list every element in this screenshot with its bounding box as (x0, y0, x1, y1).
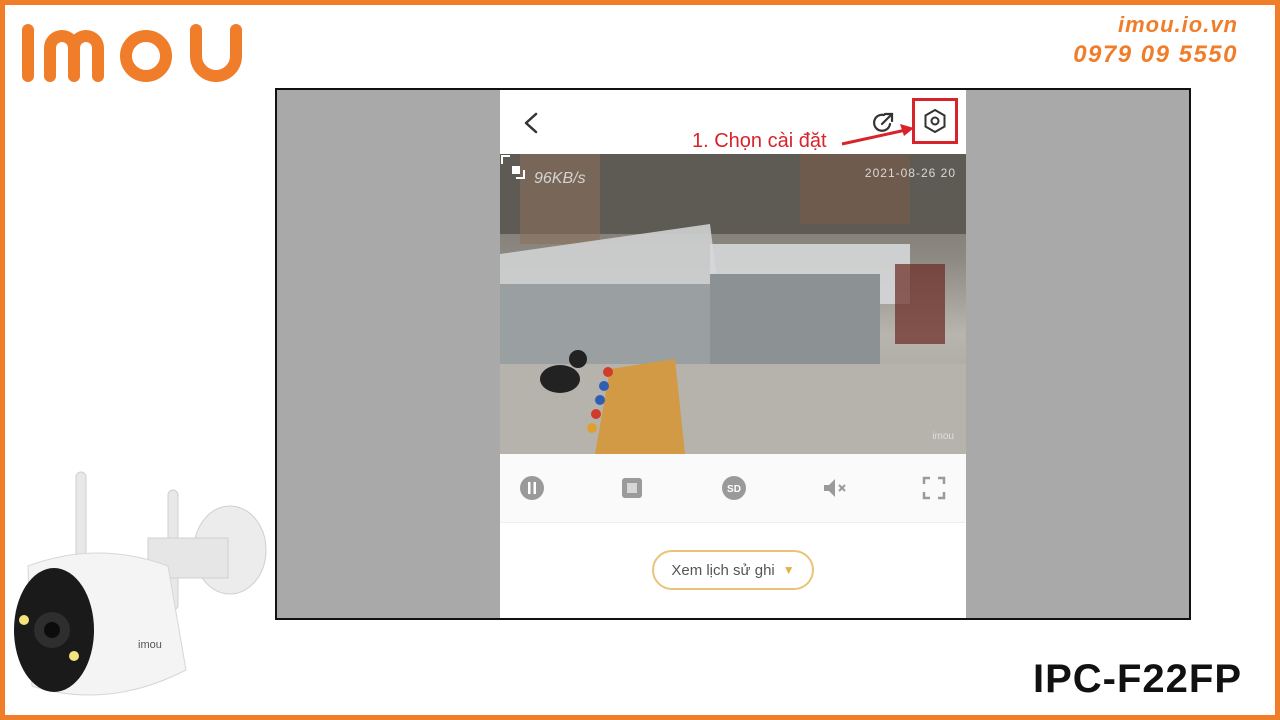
model-name: IPC-F22FP (1032, 657, 1242, 701)
phone-screen: 1. Chọn cài đặt 96KB/s 2021-08-26 20 imo… (500, 90, 966, 618)
bitrate-overlay: 96KB/s (534, 170, 586, 187)
share-icon[interactable] (870, 110, 896, 136)
mute-icon[interactable] (820, 474, 848, 502)
settings-button[interactable] (912, 98, 958, 144)
settings-icon[interactable] (923, 109, 947, 133)
chevron-down-icon: ▼ (782, 563, 795, 577)
sd-label: SD (727, 484, 741, 495)
live-video-feed[interactable]: 96KB/s 2021-08-26 20 imou (500, 154, 966, 454)
expand-icon[interactable] (500, 154, 526, 180)
website-text: imou.io.vn (1118, 12, 1238, 37)
store-scene (500, 154, 966, 454)
view-history-label: Xem lịch sử ghi (671, 561, 775, 579)
back-arrow-icon[interactable] (520, 108, 542, 138)
contact-info: imou.io.vn 0979 09 5550 (1073, 10, 1238, 70)
settings-annotation: 1. Chọn cài đặt (692, 130, 827, 152)
phone-number: 0979 09 5550 (1073, 41, 1238, 68)
screenshot-stage: 1. Chọn cài đặt 96KB/s 2021-08-26 20 imo… (275, 88, 1191, 620)
sd-quality-icon[interactable]: SD (720, 474, 748, 502)
view-history-button[interactable]: Xem lịch sử ghi ▼ (652, 550, 814, 590)
screenshot-icon[interactable] (618, 474, 646, 502)
camera-brand-mark: imou (138, 639, 162, 651)
imou-logo (22, 24, 242, 82)
pause-icon[interactable] (518, 474, 546, 502)
fullscreen-icon[interactable] (920, 474, 948, 502)
camera-product-image: imou (14, 471, 267, 696)
video-watermark: imou (932, 431, 954, 442)
playback-controls: SD (500, 454, 966, 523)
timestamp-overlay: 2021-08-26 20 (864, 166, 956, 180)
top-bar: 1. Chọn cài đặt (500, 90, 966, 154)
